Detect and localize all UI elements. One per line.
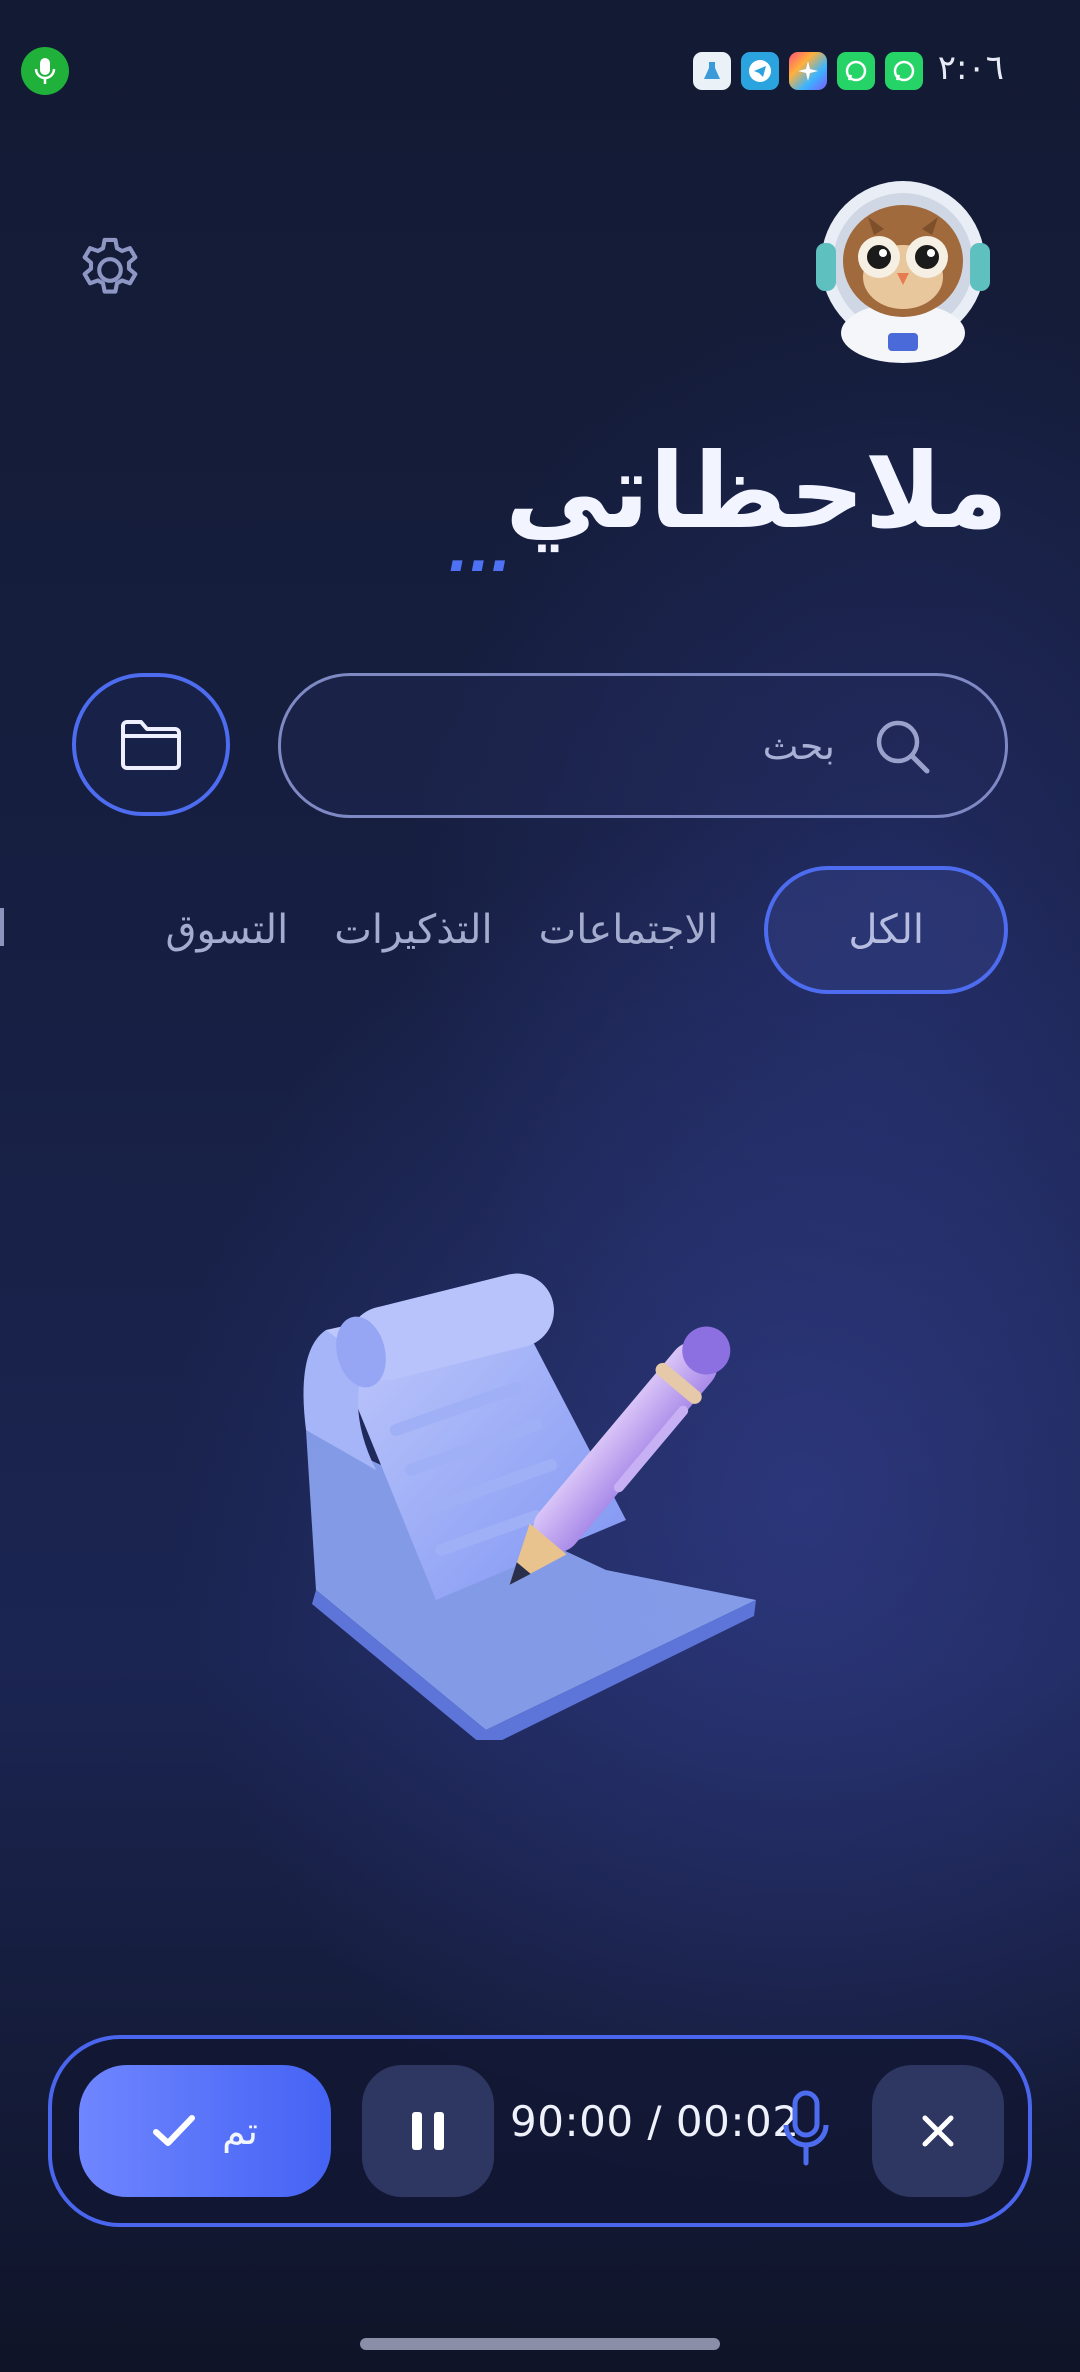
status-time: ٢:٠٦	[937, 48, 1004, 88]
gallery-icon	[789, 52, 827, 90]
tab-all[interactable]: الكل	[764, 866, 1008, 994]
gear-icon	[82, 237, 138, 294]
search-icon	[876, 720, 930, 773]
close-icon	[922, 2115, 954, 2147]
page-title: ملاحظاتي	[505, 430, 1008, 552]
done-button[interactable]: تم	[79, 2065, 331, 2197]
notification-icons	[693, 52, 923, 90]
folder-icon	[121, 719, 181, 770]
more-tabs-edge	[0, 908, 4, 946]
done-label: تم	[222, 2109, 258, 2153]
pause-icon	[412, 2112, 444, 2150]
status-bar: ٢:٠٦	[0, 0, 1080, 140]
whatsapp-business-icon	[885, 52, 923, 90]
mic-in-use-icon	[21, 47, 69, 95]
lab-app-icon	[693, 52, 731, 90]
empty-notes-illustration	[286, 1270, 766, 1748]
avatar[interactable]	[808, 173, 998, 363]
settings-button[interactable]	[72, 232, 148, 308]
home-indicator[interactable]	[360, 2338, 720, 2350]
recording-timer: 90:00 / 00:02	[510, 2097, 800, 2146]
tab-shopping[interactable]: التسوق	[165, 866, 288, 994]
voice-recorder-bar: تم 90:00 / 00:02	[48, 2035, 1032, 2227]
pause-button[interactable]	[362, 2065, 494, 2197]
whatsapp-icon	[837, 52, 875, 90]
tab-reminders[interactable]: التذكيرات	[334, 866, 492, 994]
search-bar[interactable]	[278, 673, 1008, 818]
telegram-icon	[741, 52, 779, 90]
microphone-icon	[783, 2090, 829, 2166]
category-filter-tabs: الكل الاجتماعات التذكيرات التسوق	[165, 866, 1008, 994]
tab-meetings[interactable]: الاجتماعات	[539, 866, 719, 994]
check-icon	[153, 2115, 196, 2146]
title-decoration: ...	[448, 520, 512, 585]
owl-astronaut-avatar-icon	[816, 181, 990, 363]
search-input[interactable]	[315, 723, 835, 768]
cancel-recording-button[interactable]	[872, 2065, 1004, 2197]
folders-button[interactable]	[72, 673, 230, 816]
